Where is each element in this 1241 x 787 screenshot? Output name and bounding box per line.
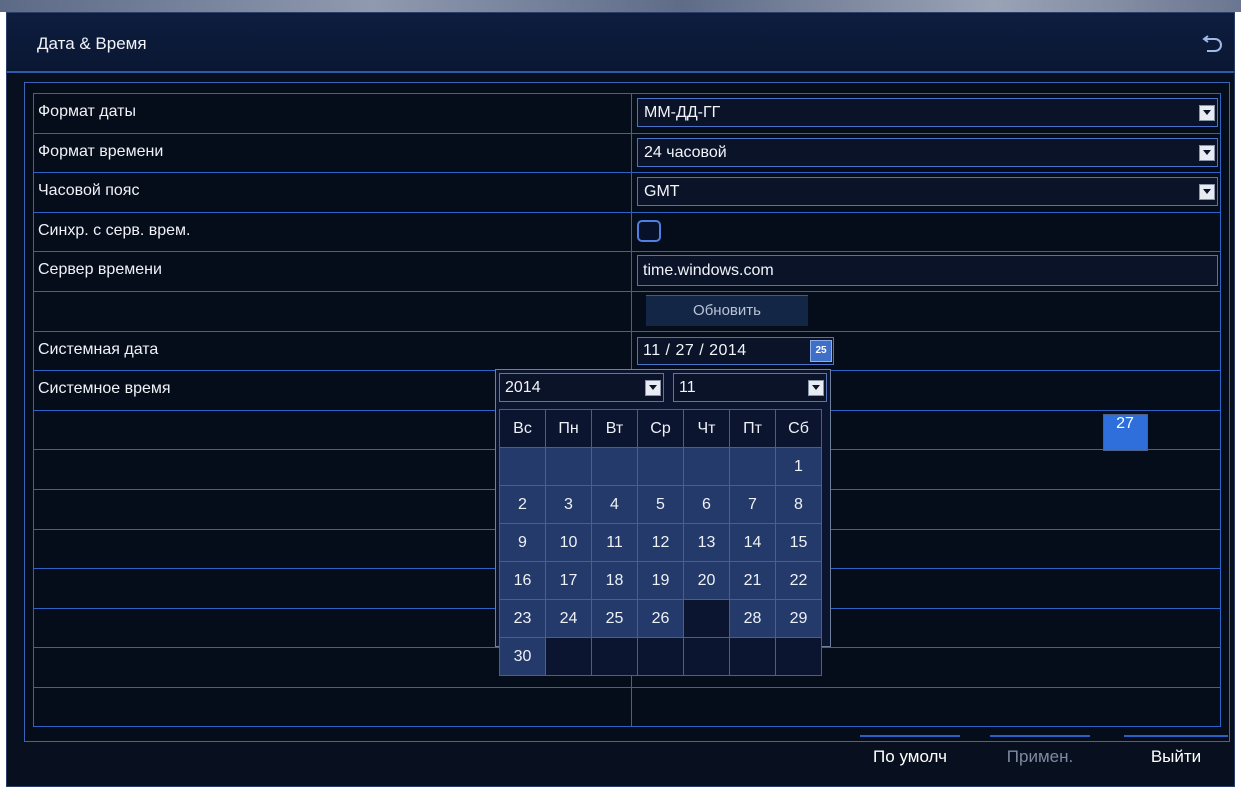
- system-date-input[interactable]: 11 / 27 / 2014 25: [637, 336, 834, 365]
- calendar-day-empty: [729, 637, 776, 676]
- calendar-day-empty: [683, 637, 730, 676]
- calendar-day[interactable]: 17: [545, 561, 592, 600]
- dropdown-arrow-icon[interactable]: [645, 380, 661, 396]
- time-format-label: Формат времени: [38, 142, 164, 160]
- default-button[interactable]: По умолч: [860, 735, 960, 775]
- calendar-day[interactable]: 6: [683, 485, 730, 524]
- date-format-select[interactable]: ММ-ДД-ГГ: [637, 98, 1218, 127]
- calendar-day[interactable]: 11: [591, 523, 638, 562]
- calendar-day[interactable]: 18: [591, 561, 638, 600]
- calendar-day[interactable]: 16: [499, 561, 546, 600]
- time-format-select[interactable]: 24 часовой: [637, 137, 1218, 167]
- timezone-value: GMT: [644, 183, 680, 201]
- title-bar: Дата & Время: [7, 13, 1234, 73]
- update-button[interactable]: Обновить: [646, 294, 808, 326]
- row-sync: Синхр. с серв. врем.: [33, 211, 1221, 252]
- calendar-year-value: 2014: [505, 379, 541, 396]
- calendar-day[interactable]: 28: [729, 599, 776, 638]
- top-strip: [0, 0, 1241, 12]
- calendar-day-empty: [545, 447, 592, 486]
- calendar-day[interactable]: 15: [775, 523, 822, 562]
- calendar-day-empty: [545, 637, 592, 676]
- calendar-month-select[interactable]: 11: [673, 373, 827, 402]
- calendar-icon[interactable]: 25: [810, 339, 832, 362]
- timezone-label: Часовой пояс: [38, 182, 140, 200]
- calendar-day[interactable]: 21: [729, 561, 776, 600]
- calendar-day[interactable]: 14: [729, 523, 776, 562]
- calendar-day[interactable]: 9: [499, 523, 546, 562]
- weekday-header: Пн: [545, 409, 592, 448]
- server-value: time.windows.com: [643, 262, 774, 280]
- calendar-month-value: 11: [679, 379, 696, 396]
- weekday-header: Сб: [775, 409, 822, 448]
- exit-button[interactable]: Выйти: [1124, 735, 1228, 775]
- time-format-value: 24 часовой: [644, 143, 727, 161]
- calendar-day[interactable]: 29: [775, 599, 822, 638]
- system-date-label: Системная дата: [38, 340, 159, 358]
- row-empty: [33, 686, 1221, 727]
- row-system-date: Системная дата 11 / 27 / 2014 25: [33, 330, 1221, 371]
- row-time-format: Формат времени 24 часовой: [33, 132, 1221, 173]
- calendar-day[interactable]: 12: [637, 523, 684, 562]
- calendar-day-empty: [591, 637, 638, 676]
- date-format-label: Формат даты: [38, 103, 136, 120]
- server-label: Сервер времени: [38, 261, 162, 279]
- calendar-day[interactable]: 20: [683, 561, 730, 600]
- dropdown-arrow-icon[interactable]: [808, 380, 824, 396]
- system-time-label: Системное время: [38, 380, 171, 398]
- calendar-day[interactable]: 7: [729, 485, 776, 524]
- calendar-day-empty: [637, 637, 684, 676]
- sync-label: Синхр. с серв. врем.: [38, 221, 191, 239]
- sync-checkbox[interactable]: [637, 219, 661, 242]
- calendar-day[interactable]: 24: [545, 599, 592, 638]
- calendar-day[interactable]: 23: [499, 599, 546, 638]
- calendar-day[interactable]: 13: [683, 523, 730, 562]
- calendar-day[interactable]: 10: [545, 523, 592, 562]
- weekday-header: Чт: [683, 409, 730, 448]
- calendar-day-empty: [775, 637, 822, 676]
- calendar-grid: Вс Пн Вт Ср Чт Пт Сб 1 2 3 4 5 6 7 8 9 10 11 12 13 14 15 16 17 1…: [499, 409, 1148, 676]
- calendar-day[interactable]: 22: [775, 561, 822, 600]
- calendar-day[interactable]: 26: [637, 599, 684, 638]
- weekday-header: Вс: [499, 409, 546, 448]
- calendar-day[interactable]: 25: [591, 599, 638, 638]
- row-date-format: Формат даты ММ-ДД-ГГ: [33, 93, 1221, 133]
- calendar-day-selected[interactable]: 27: [1102, 413, 1148, 451]
- apply-button[interactable]: Примен.: [990, 735, 1090, 775]
- calendar-day[interactable]: 30: [499, 637, 546, 676]
- system-date-value: 11 / 27 / 2014: [643, 341, 747, 359]
- row-timezone: Часовой пояс GMT: [33, 172, 1221, 212]
- calendar-day[interactable]: 8: [775, 485, 822, 524]
- back-icon[interactable]: [1202, 30, 1224, 52]
- calendar-day[interactable]: 2: [499, 485, 546, 524]
- weekday-header: Вт: [591, 409, 638, 448]
- row-update: Обновить: [33, 290, 1221, 331]
- calendar-day-empty: [591, 447, 638, 486]
- dropdown-arrow-icon[interactable]: [1199, 105, 1215, 121]
- calendar-popup: 2014 11 Вс Пн Вт Ср Чт Пт Сб 1 2 3 4 5 6 7 8 9 10 11 12 13 1…: [495, 369, 1148, 676]
- row-server: Сервер времени time.windows.com: [33, 251, 1221, 291]
- calendar-day[interactable]: 1: [775, 447, 822, 486]
- calendar-day[interactable]: 19: [637, 561, 684, 600]
- timezone-select[interactable]: GMT: [637, 177, 1218, 207]
- calendar-day-empty: [683, 447, 730, 486]
- calendar-day-empty: [499, 447, 546, 486]
- server-input[interactable]: time.windows.com: [637, 255, 1218, 287]
- window-title: Дата & Время: [37, 34, 147, 53]
- weekday-header: Пт: [729, 409, 776, 448]
- calendar-day-empty: [729, 447, 776, 486]
- calendar-day[interactable]: 5: [637, 485, 684, 524]
- calendar-day[interactable]: 3: [545, 485, 592, 524]
- calendar-year-select[interactable]: 2014: [499, 373, 664, 402]
- weekday-header: Ср: [637, 409, 684, 448]
- dropdown-arrow-icon[interactable]: [1199, 144, 1215, 161]
- date-format-value: ММ-ДД-ГГ: [644, 104, 721, 121]
- calendar-day[interactable]: 4: [591, 485, 638, 524]
- dropdown-arrow-icon[interactable]: [1199, 184, 1215, 201]
- calendar-day-empty: [637, 447, 684, 486]
